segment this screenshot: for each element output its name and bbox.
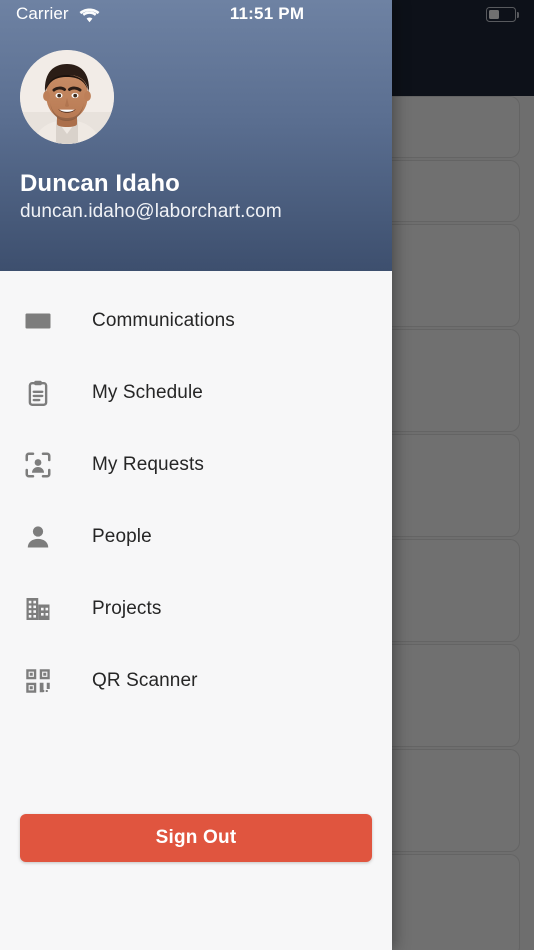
drawer-menu: Communications My Schedule My Requests Peop… xyxy=(0,271,392,806)
avatar[interactable] xyxy=(20,50,114,144)
menu-item-label: My Requests xyxy=(92,454,204,475)
user-name: Duncan Idaho xyxy=(20,170,180,197)
menu-item-people[interactable]: People xyxy=(0,501,392,573)
menu-item-my-requests[interactable]: My Requests xyxy=(0,429,392,501)
menu-item-label: Communications xyxy=(92,310,235,331)
drawer-header: Carrier 11:51 PM Duncan Idaho duncan.ida… xyxy=(0,0,392,271)
menu-item-label: People xyxy=(92,526,152,547)
menu-item-label: QR Scanner xyxy=(92,670,198,691)
clipboard-icon xyxy=(20,375,56,411)
sign-out-container: Sign Out xyxy=(0,806,392,862)
person-in-dashed-frame-icon xyxy=(20,447,56,483)
buildings-icon xyxy=(20,591,56,627)
menu-item-communications[interactable]: Communications xyxy=(0,285,392,357)
menu-item-qr-scanner[interactable]: QR Scanner xyxy=(0,645,392,717)
person-icon xyxy=(20,519,56,555)
menu-item-projects[interactable]: Projects xyxy=(0,573,392,645)
app-screen: Carrier 11:51 PM Duncan Idaho duncan.ida… xyxy=(0,0,534,950)
user-email: duncan.idaho@laborchart.com xyxy=(20,201,282,222)
clock-label: 11:51 PM xyxy=(229,4,305,23)
sign-out-button[interactable]: Sign Out xyxy=(20,813,372,862)
menu-item-my-schedule[interactable]: My Schedule xyxy=(0,357,392,429)
status-bar: Carrier 11:51 PM xyxy=(0,0,392,34)
navigation-drawer: Carrier 11:51 PM Duncan Idaho duncan.ida… xyxy=(0,0,392,950)
menu-item-label: Projects xyxy=(92,598,162,619)
envelope-icon xyxy=(20,303,56,339)
qr-code-icon xyxy=(20,663,56,699)
menu-item-label: My Schedule xyxy=(92,382,203,403)
drawer-bottom-spacer xyxy=(0,862,392,950)
